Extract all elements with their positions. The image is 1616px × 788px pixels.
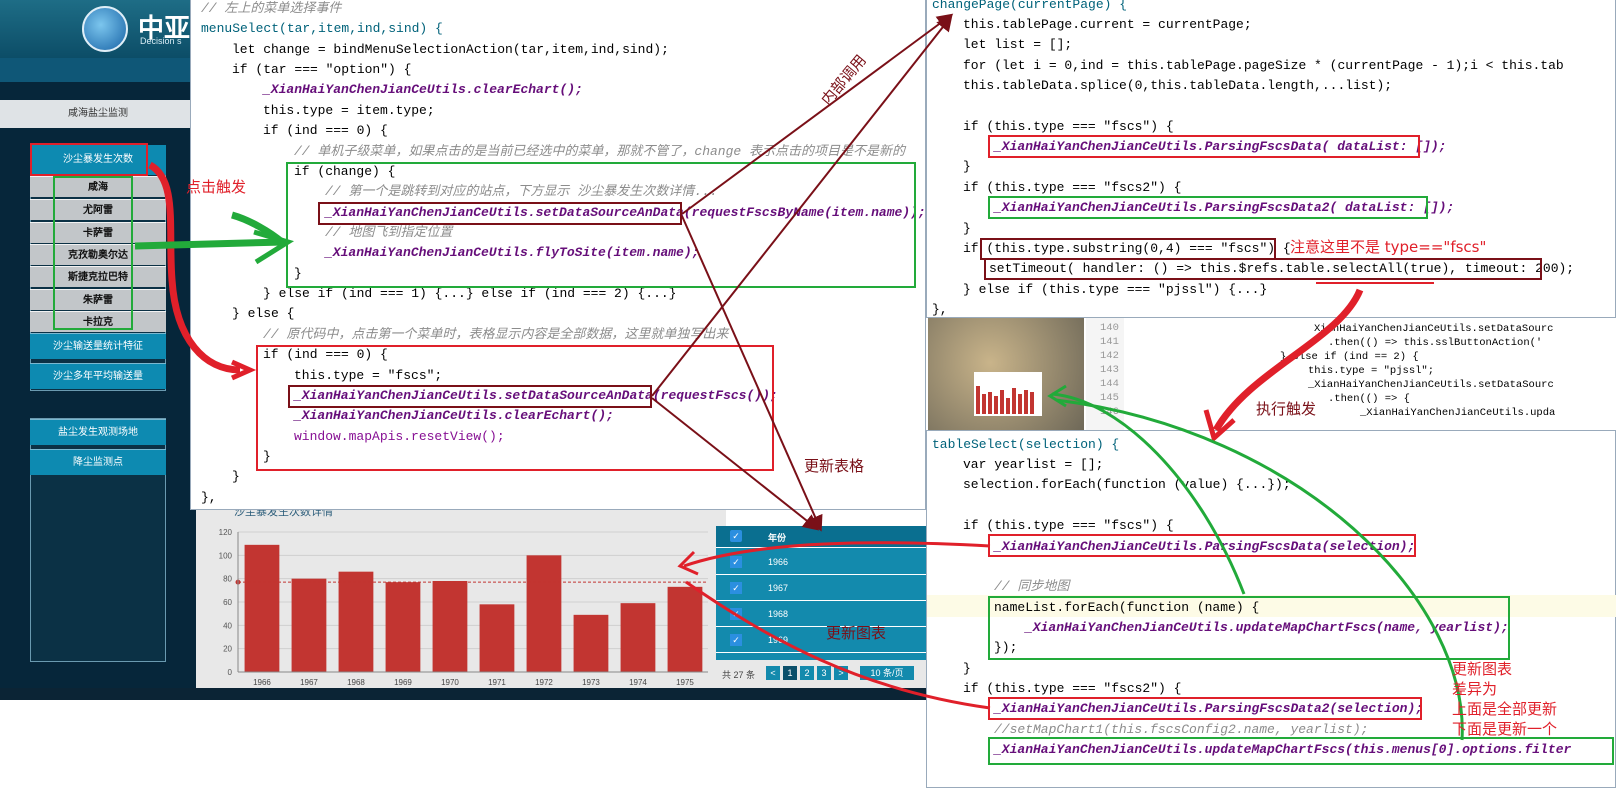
annotation-click-trigger: 点击触发 [186, 178, 247, 196]
annotation-update-table: 更新表格 [804, 457, 865, 475]
annotation-diff-4: 下面是更新一个 [1452, 720, 1558, 738]
arrow-update-chart-1 [683, 541, 991, 568]
arrow-update-chart-2 [685, 580, 991, 710]
arrow-internal-call-1 [681, 13, 954, 215]
annotation-arrows [134, 13, 1464, 741]
annotation-exec-trigger: 执行触发 [1256, 400, 1317, 418]
arrow-internal-call-2 [651, 14, 953, 397]
annotation-note-type: 注意这里不是 type=="fscs" [1290, 238, 1487, 256]
arrow-map-sync-2 [1055, 398, 1464, 741]
annotation-diff-1: 更新图表 [1452, 660, 1513, 678]
arrow-click-change [134, 238, 285, 250]
arrow-map-sync-1 [1051, 392, 1246, 595]
arrow-update-table-1 [681, 215, 823, 532]
annotation-update-chart: 更新图表 [826, 624, 887, 642]
annotation-diff-2: 差异为 [1452, 680, 1498, 698]
arrow-click-change-tip [253, 229, 295, 265]
annotation-diff-3: 上面是全部更新 [1452, 700, 1558, 718]
